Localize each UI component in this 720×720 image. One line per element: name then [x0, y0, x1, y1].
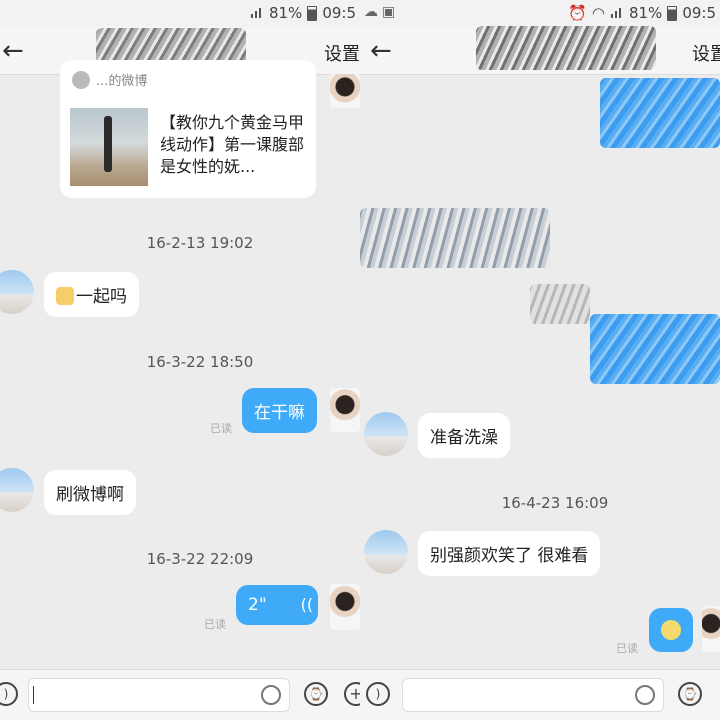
battery-percent: 81%	[268, 4, 303, 22]
battery-icon	[667, 5, 678, 21]
contact-avatar[interactable]	[0, 270, 34, 314]
message-input[interactable]	[402, 678, 664, 712]
status-time: 09:5	[682, 4, 716, 22]
signal-icon	[250, 6, 264, 20]
settings-link[interactable]: 设置	[324, 40, 360, 66]
wifi-icon: ◠	[591, 4, 605, 22]
emoji-sticker-bubble[interactable]	[649, 608, 693, 652]
card-title: 【教你九个黄金马甲线动作】第一课腹部是女性的妩...	[160, 113, 305, 176]
input-bar: ) ⌚	[360, 669, 720, 720]
card-thumbnail	[70, 108, 148, 186]
voice-message-bubble[interactable]: 2"((	[236, 585, 318, 625]
timestamp: 16-4-23 16:09	[501, 494, 609, 512]
smile-icon[interactable]	[261, 685, 281, 705]
message-input[interactable]	[28, 678, 290, 712]
emoji-icon	[661, 620, 681, 640]
battery-icon	[307, 5, 318, 21]
message-bubble-in[interactable]: 刷微博啊	[44, 470, 136, 515]
voice-input-icon[interactable]: )	[0, 682, 18, 706]
emoji-icon	[56, 287, 74, 305]
contact-avatar[interactable]	[364, 530, 408, 574]
battery-percent: 81%	[628, 4, 663, 22]
plus-icon[interactable]: +	[344, 682, 360, 706]
read-receipt: 已读	[210, 422, 232, 435]
signal-icon	[610, 6, 624, 20]
my-avatar[interactable]	[330, 584, 360, 630]
message-bubble-in[interactable]: 一起吗	[44, 272, 139, 317]
alarm-icon: ⏰	[568, 4, 587, 22]
contact-avatar[interactable]	[364, 412, 408, 456]
shared-weibo-card[interactable]: ...的微博 【教你九个黄金马甲线动作】第一课腹部是女性的妩...	[60, 60, 316, 198]
card-source: ...的微博	[72, 70, 147, 89]
nav-bar: ← 设置	[360, 26, 720, 75]
my-avatar[interactable]	[702, 606, 720, 652]
input-bar: ) ⌚ +	[0, 669, 360, 720]
status-bar: ☁ ▣ ⏰ ◠ 81% 09:5	[360, 0, 720, 26]
image-icon: ▣	[382, 4, 396, 20]
status-bar: 81% 09:5	[0, 0, 360, 26]
notification-icons: ☁ ▣	[364, 4, 395, 20]
voice-input-icon[interactable]: )	[366, 682, 390, 706]
redacted-message	[590, 314, 720, 384]
source-avatar	[72, 70, 90, 89]
app-icon: ☁	[364, 4, 378, 20]
read-receipt: 已读	[204, 618, 226, 631]
redacted-message	[600, 78, 720, 148]
status-time: 09:5	[322, 4, 356, 22]
read-receipt: 已读	[616, 642, 638, 655]
timestamp: 16-3-22 22:09	[146, 550, 254, 568]
back-button[interactable]: ←	[0, 36, 38, 66]
chat-panel-right: ☁ ▣ ⏰ ◠ 81% 09:5 ← 设置 准备洗澡 16-4-23 16:09…	[360, 0, 720, 720]
contact-avatar[interactable]	[0, 468, 34, 512]
redacted-message	[530, 284, 590, 324]
chat-panel-left: 81% 09:5 ← 设置 ...的微博 【教你九个黄金马甲线动作】第一课腹部是…	[0, 0, 360, 720]
clock-icon[interactable]: ⌚	[678, 682, 702, 706]
clock-icon[interactable]: ⌚	[304, 682, 328, 706]
redacted-message	[360, 208, 550, 268]
my-avatar[interactable]	[330, 74, 360, 108]
timestamp: 16-3-22 18:50	[146, 353, 254, 371]
redacted-name	[476, 26, 656, 70]
smile-icon[interactable]	[635, 685, 655, 705]
screenshot-collage: 81% 09:5 ← 设置 ...的微博 【教你九个黄金马甲线动作】第一课腹部是…	[0, 0, 720, 720]
message-bubble-in[interactable]: 准备洗澡	[418, 413, 510, 458]
back-button[interactable]: ←	[368, 36, 406, 66]
message-bubble-in[interactable]: 别强颜欢笑了 很难看	[418, 531, 601, 576]
timestamp: 16-2-13 19:02	[146, 234, 254, 252]
message-bubble-out[interactable]: 在干嘛	[242, 388, 317, 433]
my-avatar[interactable]	[330, 388, 360, 432]
voice-wave-icon: ((	[300, 595, 314, 614]
settings-link[interactable]: 设置	[692, 40, 720, 66]
text-cursor	[33, 686, 34, 704]
